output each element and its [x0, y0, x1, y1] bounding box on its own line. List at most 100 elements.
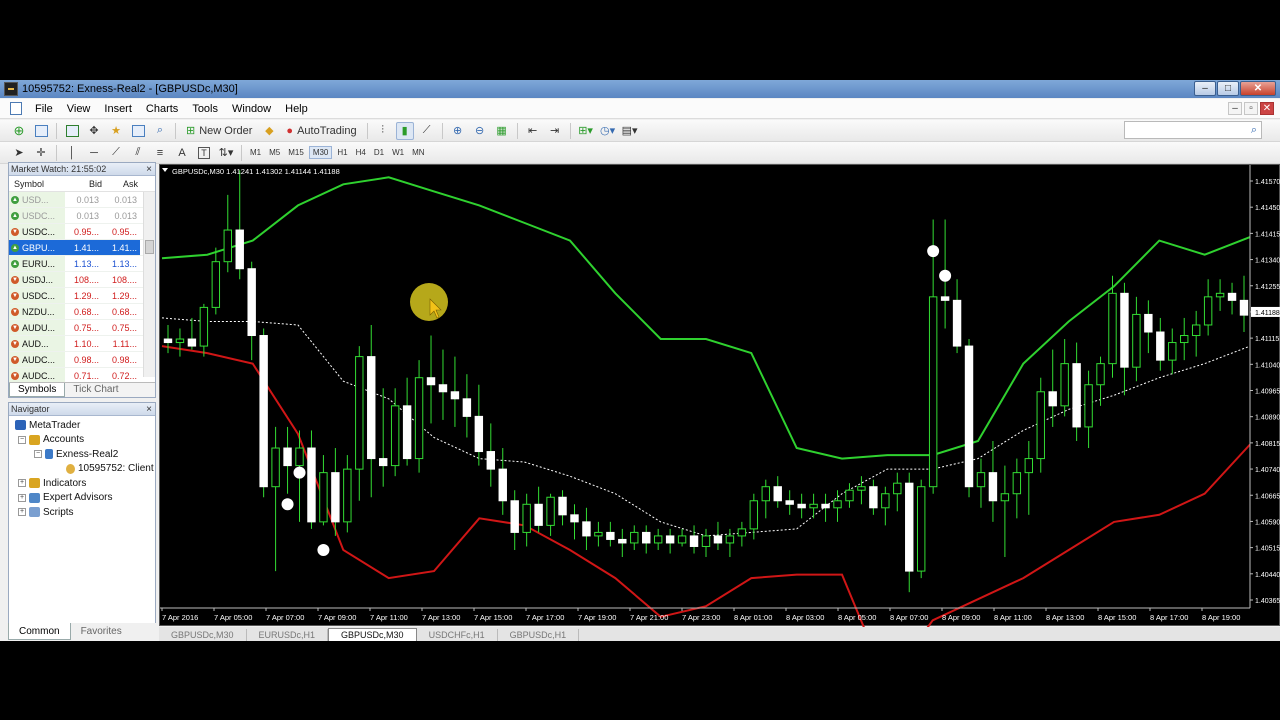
- candlestick-button[interactable]: ▮: [395, 121, 414, 140]
- chart-shift-button[interactable]: ⇥: [546, 122, 564, 140]
- tab-tick-chart[interactable]: Tick Chart: [65, 383, 126, 397]
- market-watch-row[interactable]: ▲ USD... 0.013 0.013: [9, 192, 155, 208]
- column-bid[interactable]: Bid: [67, 179, 102, 189]
- market-watch-row[interactable]: ▼ AUDU... 0.75... 0.75...: [9, 320, 155, 336]
- menu-help[interactable]: Help: [278, 103, 315, 115]
- chart-tab[interactable]: GBPUSDc,M30: [159, 629, 247, 641]
- market-watch-row[interactable]: ▲ EURU... 1.13... 1.13...: [9, 256, 155, 272]
- symbol-cell[interactable]: ▼ USDC...: [9, 288, 65, 303]
- text-button[interactable]: A: [173, 144, 191, 162]
- symbol-cell[interactable]: ▲ GBPU...: [9, 240, 65, 255]
- equidistant-channel-button[interactable]: ⫽: [129, 144, 147, 162]
- chart-tab[interactable]: GBPUSDc,H1: [498, 629, 580, 641]
- timeframe-m5[interactable]: M5: [266, 147, 283, 158]
- tree-node-accounts[interactable]: − Accounts: [9, 433, 155, 448]
- market-watch-row[interactable]: ▼ AUD... 1.10... 1.11...: [9, 336, 155, 352]
- data-window-button[interactable]: ✥: [85, 122, 103, 140]
- close-icon[interactable]: ×: [146, 403, 152, 416]
- collapse-icon[interactable]: −: [18, 435, 26, 444]
- timeframe-w1[interactable]: W1: [389, 147, 407, 158]
- tab-favorites[interactable]: Favorites: [71, 623, 132, 640]
- minimize-button[interactable]: –: [1194, 81, 1216, 96]
- tree-node-metatrader[interactable]: MetaTrader: [9, 418, 155, 433]
- symbol-cell[interactable]: ▲ USD...: [9, 192, 65, 207]
- strategy-tester-button[interactable]: ⌕: [151, 122, 169, 140]
- tree-node-server[interactable]: − Exness-Real2: [9, 447, 155, 462]
- timeframe-h4[interactable]: H4: [353, 147, 369, 158]
- close-button[interactable]: ✕: [1240, 81, 1276, 96]
- bar-chart-button[interactable]: ⫶: [374, 122, 392, 140]
- menu-insert[interactable]: Insert: [97, 103, 139, 115]
- market-watch-row[interactable]: ▼ NZDU... 0.68... 0.68...: [9, 304, 155, 320]
- menu-view[interactable]: View: [60, 103, 98, 115]
- tree-node-expert-advisors[interactable]: + Expert Advisors: [9, 491, 155, 506]
- market-watch-row[interactable]: ▼ USDC... 1.29... 1.29...: [9, 288, 155, 304]
- market-watch-scrollbar[interactable]: [143, 192, 155, 377]
- tree-node-indicators[interactable]: + Indicators: [9, 476, 155, 491]
- arrows-button[interactable]: ⇅▾: [217, 144, 235, 162]
- expand-icon[interactable]: +: [18, 493, 26, 502]
- cursor-button[interactable]: ➤: [10, 144, 28, 162]
- chart-window[interactable]: 1.41570 1.41450 1.41415 1.41340 1.41255 1.411…: [159, 164, 1280, 641]
- tab-common[interactable]: Common: [8, 623, 71, 640]
- expand-icon[interactable]: +: [18, 508, 26, 517]
- metaeditor-button[interactable]: ◆: [260, 122, 278, 140]
- timeframe-d1[interactable]: D1: [371, 147, 387, 158]
- symbol-cell[interactable]: ▼ AUDU...: [9, 320, 65, 335]
- symbol-cell[interactable]: ▼ USDC...: [9, 224, 65, 239]
- symbol-cell[interactable]: ▲ USDC...: [9, 208, 65, 223]
- trendline-button[interactable]: ⟋: [107, 144, 125, 162]
- vertical-line-button[interactable]: │: [63, 144, 81, 162]
- autotrading-button[interactable]: ● AutoTrading: [282, 122, 360, 140]
- collapse-icon[interactable]: −: [34, 450, 42, 459]
- timeframe-h1[interactable]: H1: [334, 147, 350, 158]
- terminal-button[interactable]: [129, 122, 147, 140]
- new-chart-button[interactable]: ⊕: [10, 122, 28, 140]
- price-chart[interactable]: 1.41570 1.41450 1.41415 1.41340 1.41255 1.411…: [160, 165, 1280, 641]
- column-ask[interactable]: Ask: [102, 179, 138, 189]
- chart-tab[interactable]: EURUSDc,H1: [247, 629, 329, 641]
- auto-scroll-button[interactable]: ⇤: [524, 122, 542, 140]
- market-watch-row[interactable]: ▼ AUDC... 0.98... 0.98...: [9, 352, 155, 368]
- scroll-thumb[interactable]: [145, 240, 154, 254]
- market-watch-row[interactable]: ▲ GBPU... 1.41... 1.41...: [9, 240, 155, 256]
- child-restore-button[interactable]: ▫: [1244, 102, 1258, 115]
- fibonacci-button[interactable]: ≡: [151, 144, 169, 162]
- profiles-button[interactable]: [32, 122, 50, 140]
- tree-node-account[interactable]: 10595752: Client: [9, 462, 155, 477]
- menu-charts[interactable]: Charts: [139, 103, 185, 115]
- new-order-button[interactable]: ⊞ New Order: [182, 122, 256, 140]
- zoom-in-button[interactable]: ⊕: [449, 122, 467, 140]
- tile-windows-button[interactable]: ▦: [493, 122, 511, 140]
- crosshair-button[interactable]: ✛: [32, 144, 50, 162]
- symbol-cell[interactable]: ▼ NZDU...: [9, 304, 65, 319]
- timeframe-mn[interactable]: MN: [409, 147, 427, 158]
- symbol-cell[interactable]: ▼ USDJ...: [9, 272, 65, 287]
- market-watch-row[interactable]: ▼ USDC... 0.95... 0.95...: [9, 224, 155, 240]
- timeframe-m30[interactable]: M30: [308, 146, 333, 159]
- templates-button[interactable]: ▤▾: [621, 122, 639, 140]
- menu-tools[interactable]: Tools: [185, 103, 225, 115]
- chart-tab[interactable]: USDCHFc,H1: [417, 629, 498, 641]
- symbol-cell[interactable]: ▼ AUDC...: [9, 368, 65, 383]
- column-symbol[interactable]: Symbol: [9, 179, 67, 189]
- tab-symbols[interactable]: Symbols: [9, 383, 66, 397]
- symbol-cell[interactable]: ▲ EURU...: [9, 256, 65, 271]
- line-chart-button[interactable]: ⟋: [418, 122, 436, 140]
- tree-node-scripts[interactable]: + Scripts: [9, 505, 155, 520]
- market-watch-row[interactable]: ▼ USDJ... 108.... 108....: [9, 272, 155, 288]
- market-watch-row[interactable]: ▲ USDC... 0.013 0.013: [9, 208, 155, 224]
- market-watch-button[interactable]: [63, 122, 81, 140]
- timeframe-m15[interactable]: M15: [285, 147, 307, 158]
- navigator-button[interactable]: ★: [107, 122, 125, 140]
- search-input[interactable]: ⌕: [1124, 121, 1262, 139]
- horizontal-line-button[interactable]: ─: [85, 144, 103, 162]
- menu-window[interactable]: Window: [225, 103, 278, 115]
- chart-menu-arrow-icon[interactable]: [162, 168, 168, 172]
- symbol-cell[interactable]: ▼ AUDC...: [9, 352, 65, 367]
- indicators-button[interactable]: ⊞▾: [577, 122, 595, 140]
- symbol-cell[interactable]: ▼ AUD...: [9, 336, 65, 351]
- text-label-button[interactable]: T: [195, 144, 213, 162]
- child-minimize-button[interactable]: –: [1228, 102, 1242, 115]
- menu-file[interactable]: File: [28, 103, 60, 115]
